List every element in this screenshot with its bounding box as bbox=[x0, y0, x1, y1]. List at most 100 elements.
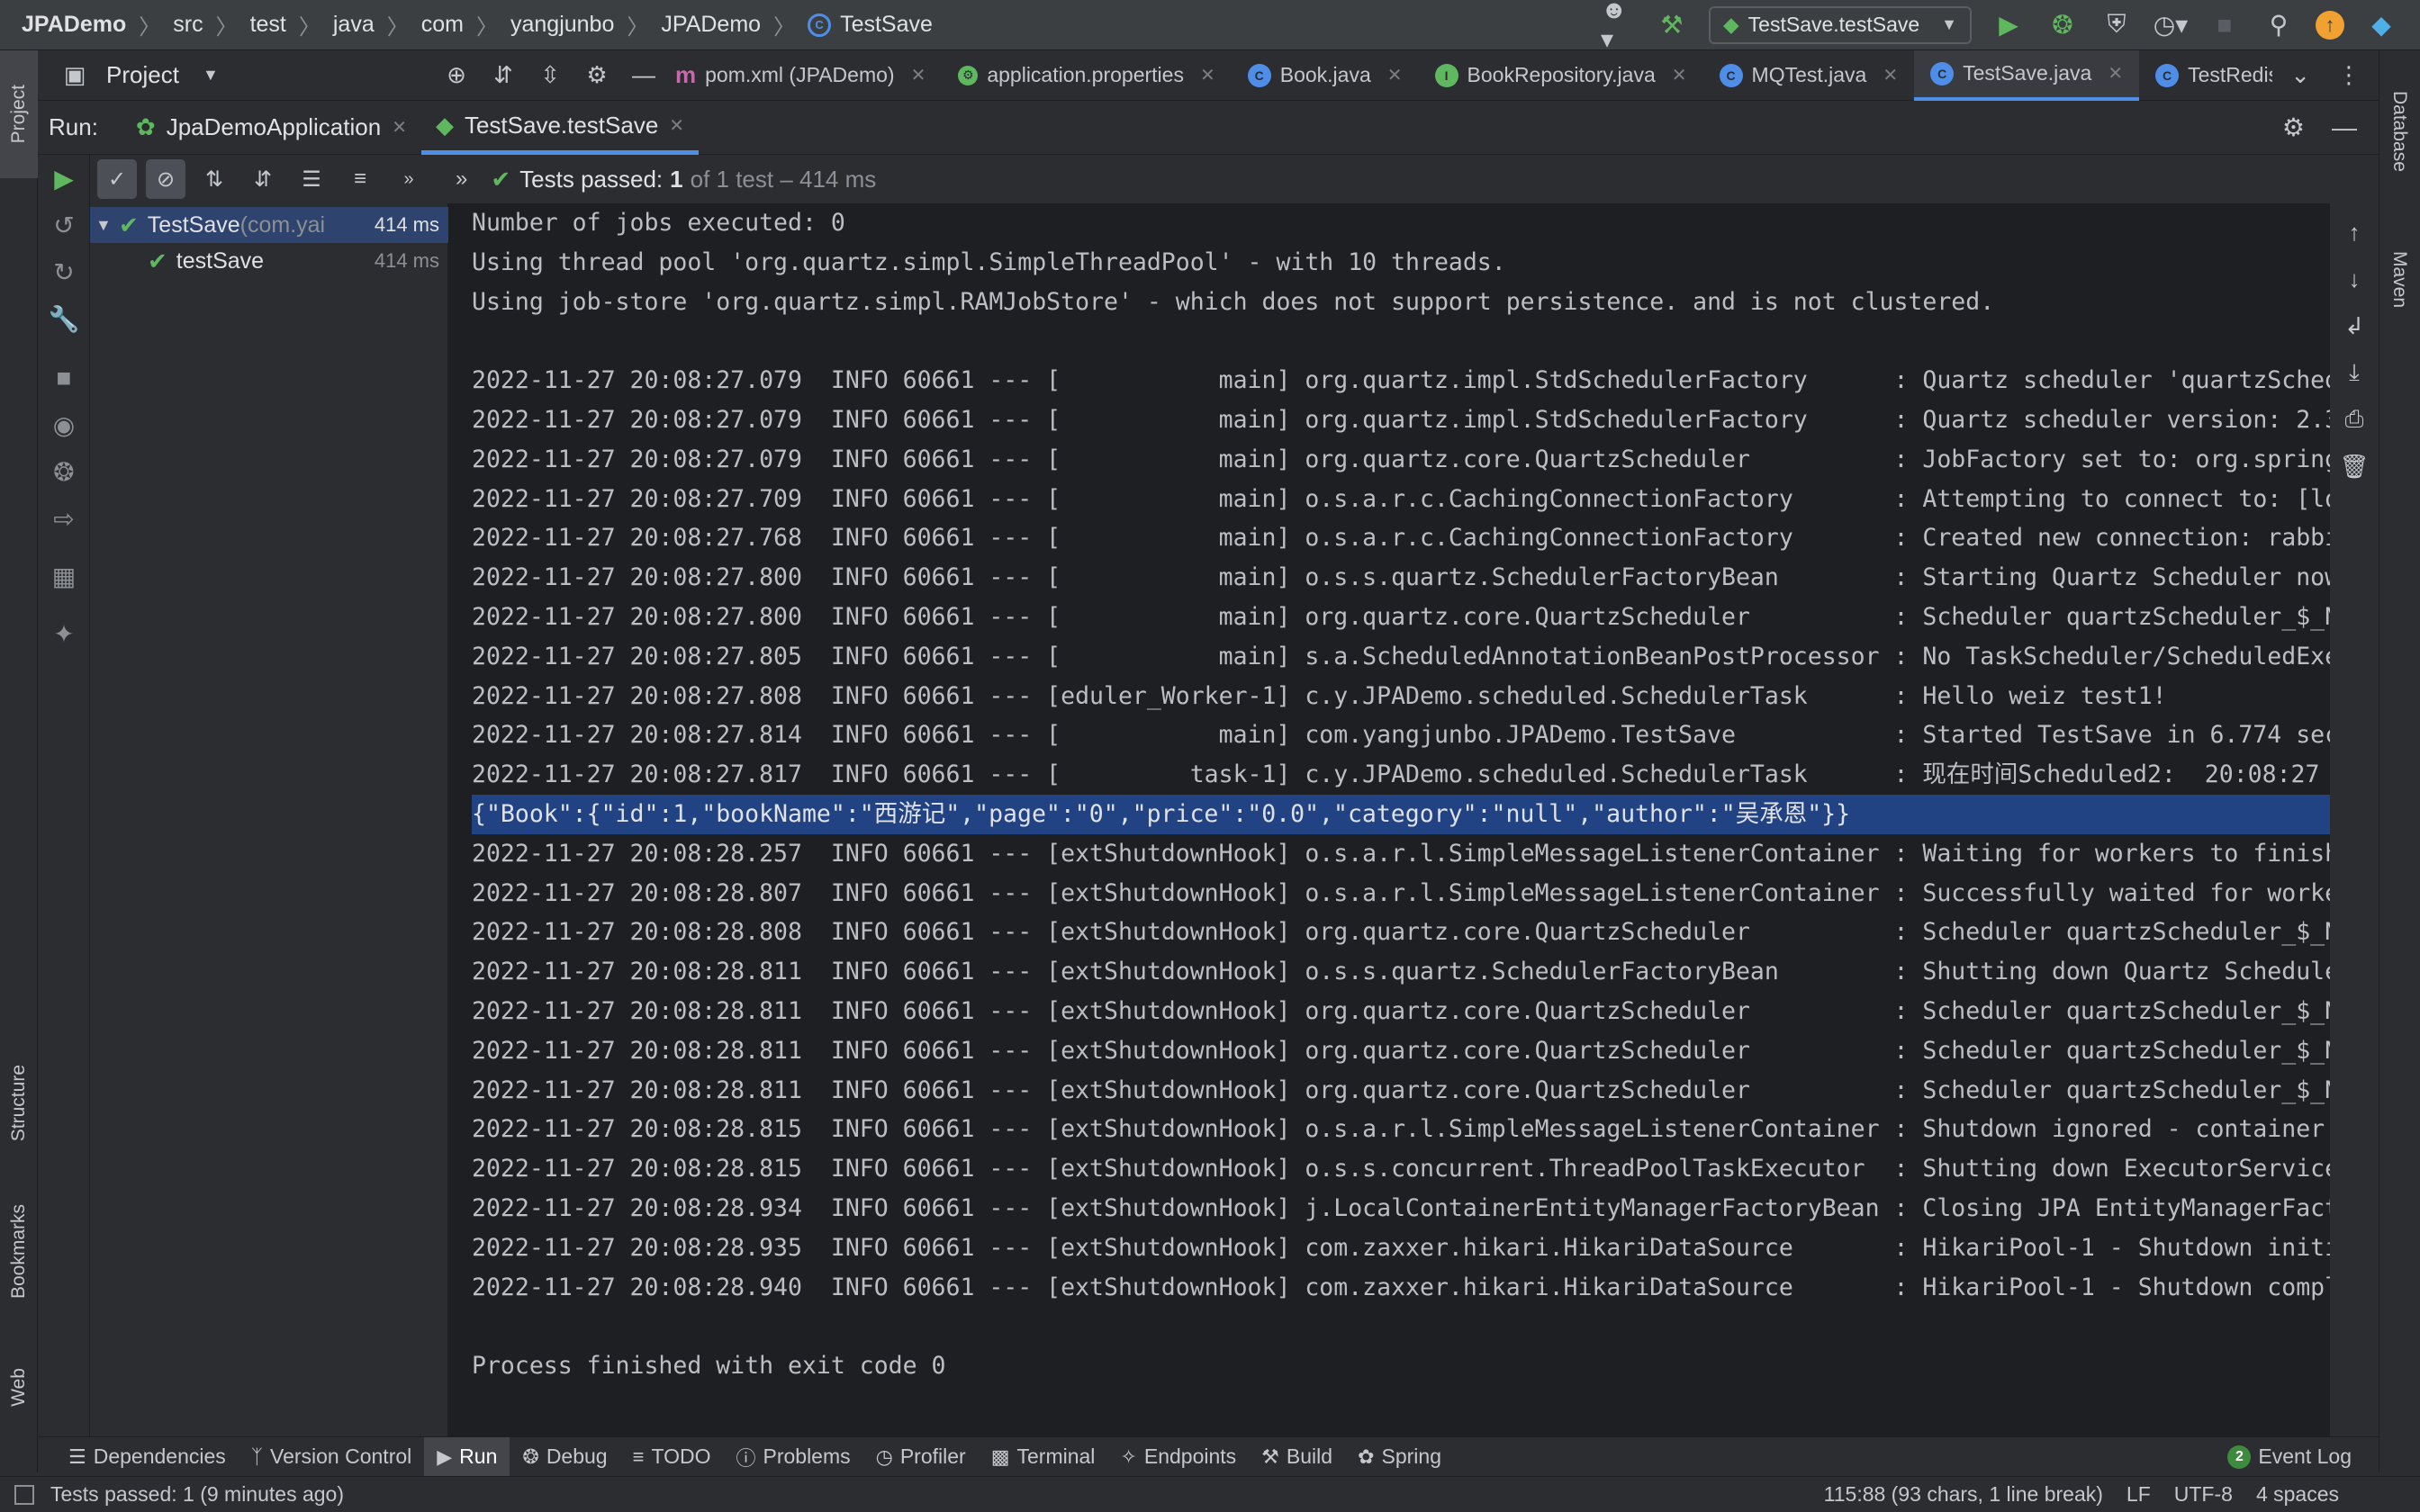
tool-windows-toggle-icon[interactable] bbox=[14, 1484, 34, 1505]
event-log-count: 2 bbox=[2227, 1444, 2252, 1469]
bottom-tab-terminal[interactable]: ▩ Terminal bbox=[979, 1437, 1108, 1477]
bottom-tab-build[interactable]: ⚒ Build bbox=[1249, 1437, 1345, 1477]
update-icon[interactable]: ↑ bbox=[2316, 10, 2344, 40]
breadcrumb-item-yangjunbo[interactable]: yangjunbo bbox=[510, 12, 614, 38]
debug-icon[interactable]: ❂ bbox=[2045, 8, 2080, 42]
editor-tab[interactable]: C TestSave.java ✕ bbox=[1914, 50, 2140, 101]
project-tool-tab[interactable]: Project bbox=[0, 50, 38, 178]
bottom-tab-debug[interactable]: ❂ Debug bbox=[510, 1437, 619, 1477]
expand-all-icon[interactable]: ☰ bbox=[292, 159, 331, 199]
close-icon[interactable]: ✕ bbox=[911, 64, 926, 86]
editor-tab[interactable]: C TestRedisTempla bbox=[2139, 50, 2272, 101]
trash-icon[interactable]: 🗑 bbox=[2330, 446, 2379, 486]
breadcrumb-item-test[interactable]: test bbox=[250, 12, 286, 38]
breadcrumb-item-java[interactable]: java bbox=[333, 12, 375, 38]
close-icon[interactable]: ✕ bbox=[2108, 62, 2123, 85]
editor-tab[interactable]: m pom.xml (JPADemo) ✕ bbox=[659, 50, 942, 101]
bookmarks-tool-tab[interactable]: Bookmarks bbox=[0, 1166, 38, 1337]
stop-icon[interactable]: ■ bbox=[2208, 8, 2242, 42]
close-icon[interactable]: ✕ bbox=[1672, 64, 1687, 86]
bottom-tab-profiler[interactable]: ◷ Profiler bbox=[863, 1437, 979, 1477]
exit-icon[interactable]: ⇨ bbox=[38, 499, 90, 538]
bottom-tab-dependencies[interactable]: ☰ Dependencies bbox=[56, 1437, 239, 1477]
chevron-down-icon[interactable]: ▼ bbox=[95, 216, 119, 235]
breadcrumb-item-testsave[interactable]: C TestSave bbox=[808, 12, 933, 38]
bottom-tab-problems[interactable]: ⓘ Problems bbox=[723, 1437, 862, 1477]
layout-icon[interactable]: ▦ bbox=[38, 556, 90, 596]
status-message[interactable]: Tests passed: 1 (9 minutes ago) bbox=[50, 1482, 344, 1507]
editor-tab[interactable]: ⚙ application.properties ✕ bbox=[942, 50, 1231, 101]
coverage-icon[interactable]: ⛨ bbox=[2099, 8, 2134, 42]
user-account-icon[interactable]: ☻▾ bbox=[1601, 0, 1635, 53]
gear-icon[interactable]: ⚙ bbox=[582, 61, 612, 89]
chevron-down-icon[interactable]: ▼ bbox=[195, 66, 226, 85]
arrow-up-icon[interactable]: ↑ bbox=[2330, 212, 2379, 252]
chevron-down-icon[interactable]: ⌄ bbox=[2290, 61, 2310, 89]
bottom-tab-spring[interactable]: ✿ Spring bbox=[1345, 1437, 1454, 1477]
run-tab-testsave[interactable]: ◆ TestSave.testSave ✕ bbox=[420, 101, 700, 155]
maven-tool-tab[interactable]: Maven bbox=[2379, 221, 2420, 338]
breadcrumb-item-jpademo[interactable]: JPADemo bbox=[661, 12, 761, 38]
close-icon[interactable]: ✕ bbox=[1883, 64, 1898, 86]
debug-icon[interactable]: ❂ bbox=[38, 452, 90, 491]
project-panel-title[interactable]: Project bbox=[106, 61, 179, 89]
run-tab-jpademoapplication[interactable]: ✿ JpaDemoApplication ✕ bbox=[122, 101, 421, 155]
scroll-to-end-icon[interactable]: ⤓ bbox=[2330, 353, 2379, 392]
expand-all-icon[interactable]: ⇵ bbox=[488, 61, 519, 89]
camera-icon[interactable]: ◉ bbox=[38, 405, 90, 445]
close-icon[interactable]: ✕ bbox=[392, 116, 407, 139]
minimize-icon[interactable]: — bbox=[2332, 113, 2357, 142]
breadcrumb-item-com[interactable]: com bbox=[421, 12, 464, 38]
locate-icon[interactable]: ⊕ bbox=[441, 61, 472, 89]
gear-icon[interactable]: ⚙ bbox=[2282, 112, 2305, 142]
test-tree-row-class[interactable]: ▼ ✔ TestSave (com.yai 414 ms bbox=[90, 207, 448, 243]
breadcrumb-item-src[interactable]: src bbox=[173, 12, 203, 38]
test-tree-row-method[interactable]: ✔ testSave 414 ms bbox=[90, 243, 448, 279]
database-tool-tab[interactable]: Database bbox=[2379, 59, 2420, 203]
search-icon[interactable]: ⚲ bbox=[2262, 8, 2296, 42]
stop-icon[interactable]: ■ bbox=[38, 358, 90, 398]
console-line: 2022-11-27 20:08:28.935 INFO 60661 --- [… bbox=[472, 1233, 2330, 1262]
rerun-icon[interactable]: ▶ bbox=[38, 158, 90, 198]
indent-setting[interactable]: 4 spaces bbox=[2256, 1482, 2339, 1507]
soft-wrap-icon[interactable]: ↲ bbox=[2330, 306, 2379, 346]
profile-icon[interactable]: ◷▾ bbox=[2154, 8, 2189, 42]
more-icon[interactable]: » bbox=[389, 159, 429, 199]
editor-tab[interactable]: I BookRepository.java ✕ bbox=[1419, 50, 1703, 101]
arrow-down-icon[interactable]: ↓ bbox=[2330, 259, 2379, 299]
collapse-all-icon[interactable]: ⇳ bbox=[535, 61, 565, 89]
show-ignored-icon[interactable]: ⊘ bbox=[146, 159, 185, 199]
sort-alphabetically-icon[interactable]: ⇅ bbox=[194, 159, 234, 199]
close-icon[interactable]: ✕ bbox=[1387, 64, 1403, 86]
bottom-tab-todo[interactable]: ≡ TODO bbox=[620, 1437, 724, 1477]
minimize-icon[interactable]: — bbox=[628, 61, 659, 89]
event-log-button[interactable]: 2 Event Log bbox=[2227, 1444, 2379, 1469]
close-icon[interactable]: ✕ bbox=[1200, 64, 1215, 86]
editor-tab[interactable]: C MQTest.java ✕ bbox=[1703, 50, 1915, 101]
bottom-tab-endpoints[interactable]: ✧ Endpoints bbox=[1107, 1437, 1249, 1477]
run-icon[interactable]: ▶ bbox=[1991, 8, 2026, 42]
collapse-all-icon[interactable]: ≡ bbox=[340, 159, 380, 199]
caret-position[interactable]: 115:88 (93 chars, 1 line break) bbox=[1824, 1482, 2103, 1507]
pin-icon[interactable]: ✦ bbox=[38, 614, 90, 653]
close-icon[interactable]: ✕ bbox=[669, 114, 684, 137]
ide-logo-icon[interactable]: ◆ bbox=[2364, 8, 2398, 42]
breadcrumb-item-project[interactable]: JPADemo bbox=[22, 12, 126, 38]
bottom-tab-version-control[interactable]: ᛉ Version Control bbox=[239, 1437, 424, 1477]
web-tool-tab[interactable]: Web bbox=[0, 1337, 38, 1436]
editor-tab[interactable]: C Book.java ✕ bbox=[1232, 50, 1419, 101]
line-separator[interactable]: LF bbox=[2127, 1482, 2151, 1507]
show-passed-icon[interactable]: ✓ bbox=[97, 159, 137, 199]
wrench-icon[interactable]: 🔧 bbox=[38, 299, 90, 338]
more-options-icon[interactable]: ⋮ bbox=[2337, 61, 2361, 89]
console-line: 2022-11-27 20:08:28.257 INFO 60661 --- [… bbox=[472, 839, 2330, 868]
file-encoding[interactable]: UTF-8 bbox=[2174, 1482, 2233, 1507]
console-output[interactable]: Number of jobs executed: 0 Using thread p… bbox=[448, 203, 2330, 1436]
bottom-tab-run[interactable]: ▶ Run bbox=[424, 1436, 510, 1477]
toggle-auto-test-icon[interactable]: ↻ bbox=[38, 252, 90, 292]
sort-duration-icon[interactable]: ⇵ bbox=[243, 159, 283, 199]
run-configuration-selector[interactable]: ◆ TestSave.testSave ▼ bbox=[1708, 5, 1972, 44]
print-icon[interactable]: ⎙ bbox=[2330, 400, 2379, 439]
rerun-failed-icon[interactable]: ↺ bbox=[38, 205, 90, 245]
build-hammer-icon[interactable]: ⚒ bbox=[1655, 8, 1689, 42]
